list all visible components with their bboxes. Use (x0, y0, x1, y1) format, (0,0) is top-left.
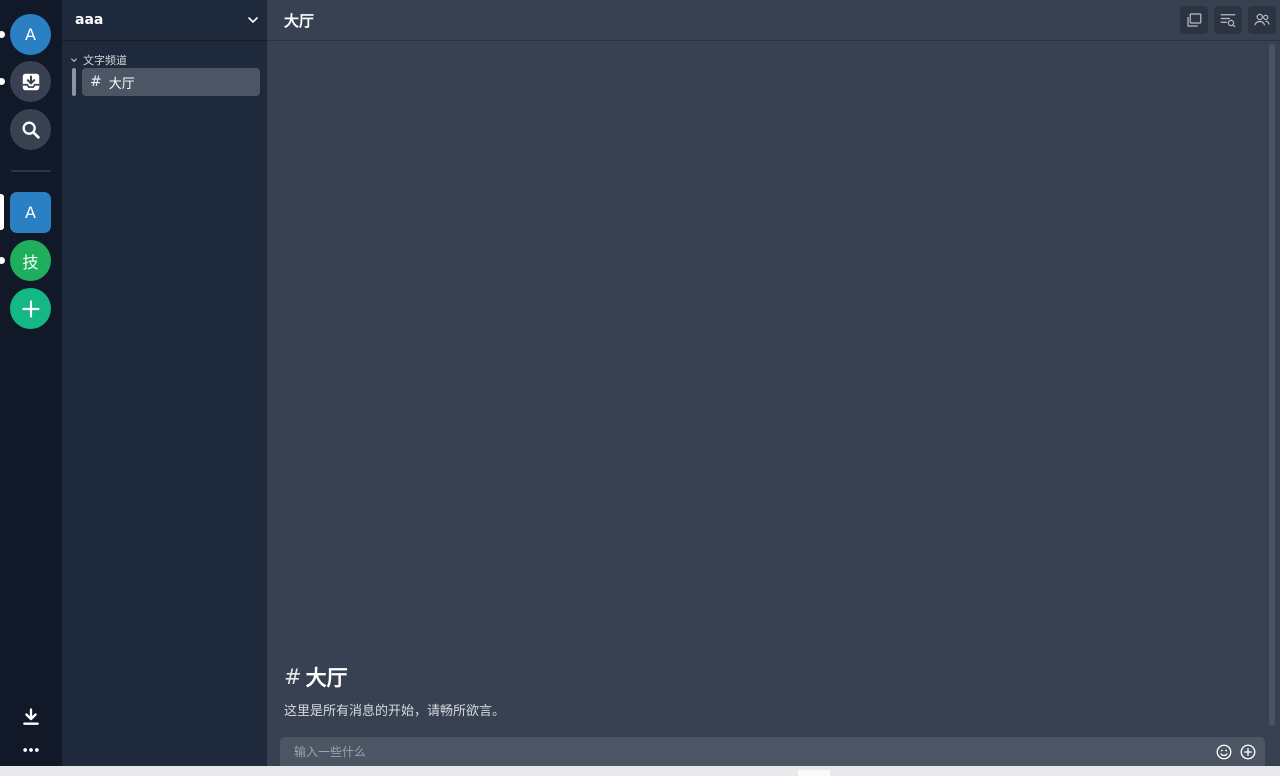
window-bottom-tab (798, 770, 830, 776)
inbox-icon (22, 73, 39, 90)
channel-sidebar: aaa 文字频道 # 大厅 (62, 0, 267, 766)
unread-indicator (0, 31, 5, 38)
add-server-button[interactable] (10, 288, 51, 329)
add-attachment-icon[interactable] (1239, 743, 1257, 761)
category-label: 文字频道 (83, 54, 127, 67)
hash-icon: # (90, 74, 102, 90)
channel-header: 大厅 (267, 0, 1280, 41)
channel-welcome: # 大厅 这里是所有消息的开始，请畅所欲言。 (284, 662, 505, 719)
server-tech-label: 技 (22, 252, 39, 272)
search-messages-button[interactable] (1214, 6, 1242, 34)
server-a-button[interactable]: A (10, 192, 51, 233)
guild-header[interactable]: aaa (62, 0, 267, 41)
chevron-down-icon[interactable] (245, 12, 261, 28)
channel-title: 大厅 (284, 11, 315, 30)
welcome-description: 这里是所有消息的开始，请畅所欲言。 (284, 704, 506, 719)
list-search-icon (1220, 14, 1236, 28)
more-icon (22, 747, 39, 752)
message-scrollbar[interactable] (1269, 44, 1275, 726)
more-button[interactable] (10, 729, 51, 770)
plus-icon (21, 299, 40, 318)
user-avatar-label: A (25, 25, 36, 44)
app-window: A A 技 aaa 文字频道 # 大厅 大厅 # 大厅 这里是所有消息的开始，请… (0, 0, 1280, 766)
unread-indicator (0, 257, 5, 264)
channel-category[interactable]: 文字频道 (70, 52, 127, 68)
composer-actions (1215, 743, 1257, 761)
members-icon (1254, 13, 1270, 26)
emoji-icon[interactable] (1215, 743, 1233, 761)
inbox-button[interactable] (10, 61, 51, 102)
hash-icon: # (284, 665, 302, 689)
windows-icon (1187, 13, 1202, 27)
search-icon (22, 121, 40, 139)
server-rail: A A 技 (0, 0, 62, 766)
rail-divider (11, 170, 51, 172)
chevron-down-icon (71, 58, 77, 63)
unread-indicator (0, 78, 5, 85)
channel-name: 大厅 (108, 76, 135, 92)
search-button[interactable] (10, 109, 51, 150)
server-a-label: A (25, 203, 36, 222)
message-composer (280, 737, 1265, 766)
server-tech-button[interactable]: 技 (10, 240, 51, 281)
members-button[interactable] (1248, 6, 1276, 34)
channel-item-lobby[interactable]: # 大厅 (82, 68, 260, 96)
message-input[interactable] (294, 744, 1215, 759)
window-bottom-strip (0, 766, 1280, 776)
active-channel-indicator (72, 68, 76, 96)
selected-server-indicator (0, 194, 4, 230)
welcome-channel-name: 大厅 (305, 666, 348, 690)
welcome-heading: # 大厅 (284, 662, 505, 692)
user-avatar-button[interactable]: A (10, 14, 51, 55)
header-actions (1180, 6, 1276, 34)
chat-panel: 大厅 # 大厅 这里是所有消息的开始，请畅所欲言。 输入一些什么 (267, 0, 1280, 766)
panel-toggle-button[interactable] (1180, 6, 1208, 34)
download-icon (22, 707, 39, 725)
guild-name: aaa (75, 12, 104, 28)
